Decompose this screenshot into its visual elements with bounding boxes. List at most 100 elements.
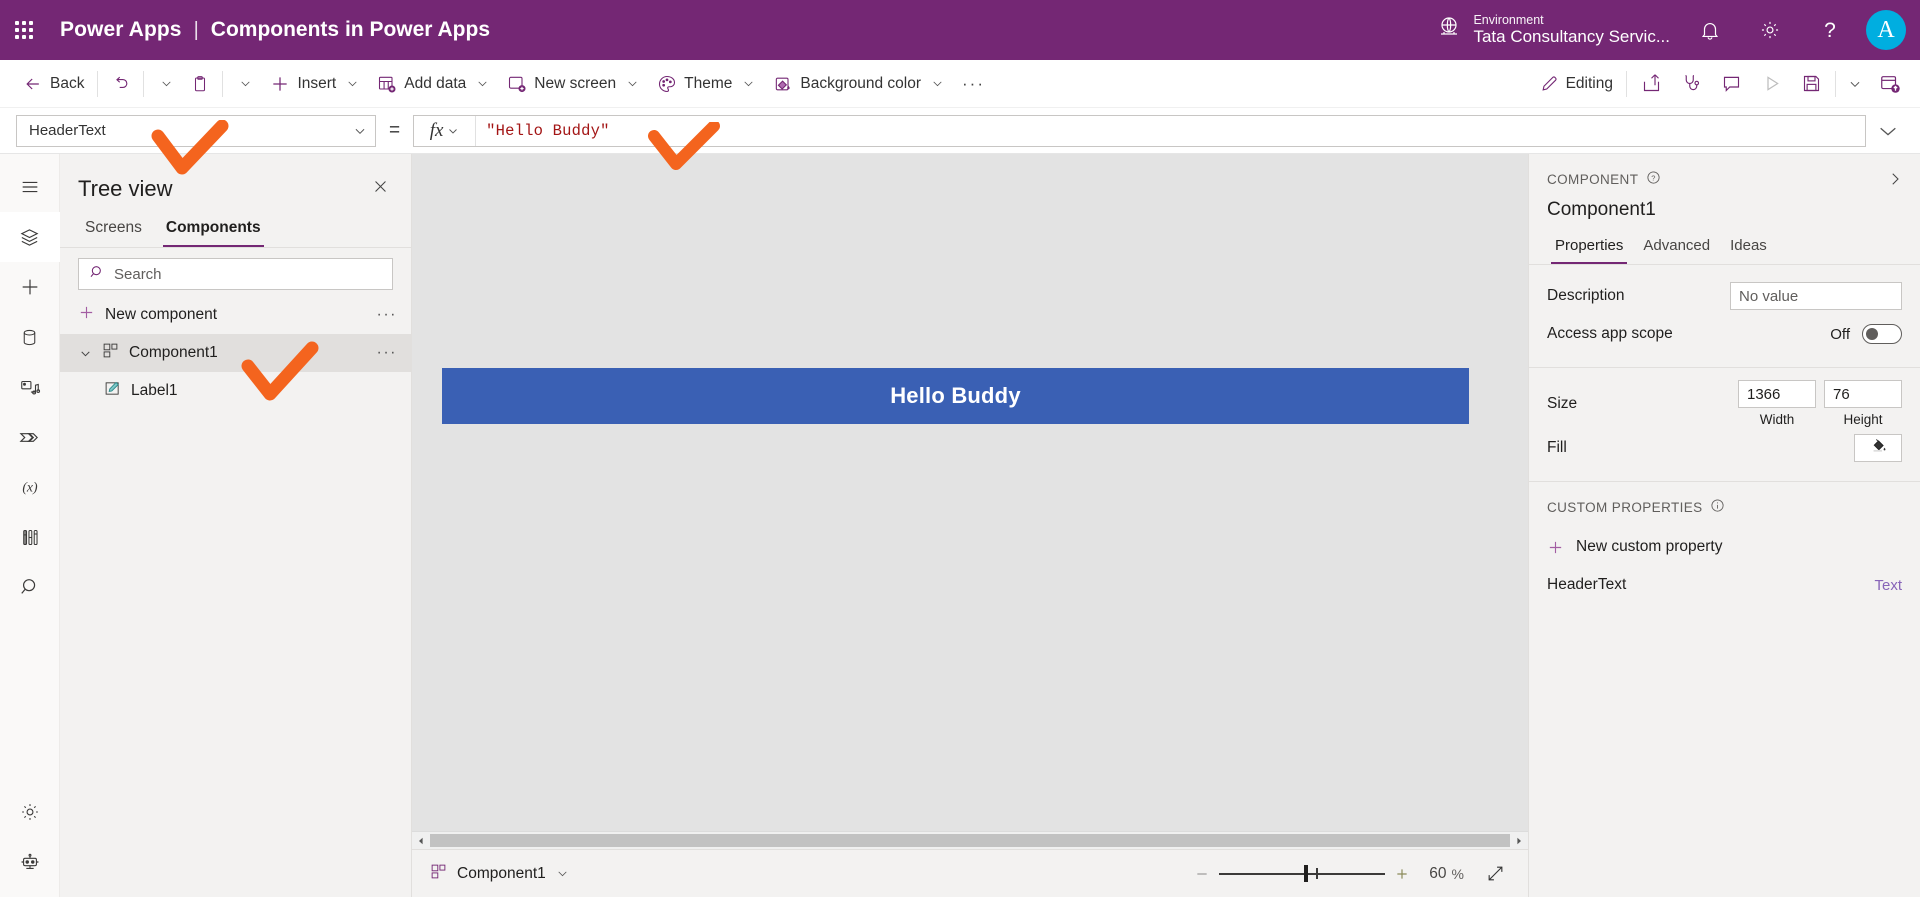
component-icon	[102, 342, 119, 364]
theme-button[interactable]: Theme	[648, 67, 764, 101]
canvas-horizontal-scrollbar[interactable]	[412, 831, 1528, 849]
power-apps-studio: Power Apps | Components in Power Apps En…	[0, 0, 1920, 897]
environment-selector[interactable]: Environment Tata Consultancy Servic...	[1427, 13, 1680, 47]
fill-color-picker[interactable]	[1854, 434, 1902, 462]
height-input[interactable]: 76	[1824, 380, 1902, 408]
chevron-down-icon	[355, 128, 365, 134]
tab-advanced[interactable]: Advanced	[1635, 233, 1718, 264]
tree-node-overflow[interactable]: ···	[377, 344, 397, 362]
environment-globe-icon	[1437, 15, 1461, 44]
formula-input[interactable]: "Hello Buddy"	[476, 116, 1865, 146]
access-app-scope-toggle[interactable]	[1862, 324, 1902, 344]
svg-text:?: ?	[1652, 173, 1656, 182]
properties-section-basic: Description No value Access app scope Of…	[1529, 265, 1920, 368]
experimental-tools-icon[interactable]	[0, 512, 60, 562]
properties-kicker-label: COMPONENT	[1547, 171, 1639, 187]
tab-properties[interactable]: Properties	[1547, 233, 1631, 264]
search-input[interactable]	[114, 265, 382, 283]
tree-node-label1[interactable]: Label1	[60, 372, 411, 410]
gear-icon[interactable]	[1740, 0, 1800, 60]
bell-icon[interactable]	[1680, 0, 1740, 60]
new-screen-button[interactable]: New screen	[498, 67, 648, 101]
database-icon[interactable]	[0, 312, 60, 362]
copilot-robot-icon[interactable]	[0, 837, 60, 887]
editing-mode-button[interactable]: Editing	[1531, 67, 1622, 101]
overflow-menu-button[interactable]: ···	[953, 67, 994, 101]
close-icon[interactable]	[366, 174, 395, 203]
properties-panel-header: COMPONENT ?	[1529, 154, 1920, 193]
save-dropdown-chevron-down-icon[interactable]	[1840, 67, 1870, 101]
scroll-right-arrow-icon[interactable]	[1510, 837, 1528, 845]
plus-icon	[1547, 539, 1564, 556]
fx-button[interactable]: fx	[414, 115, 477, 146]
search-icon[interactable]	[0, 562, 60, 612]
tab-components[interactable]: Components	[157, 213, 270, 247]
tab-ideas[interactable]: Ideas	[1722, 233, 1775, 264]
size-row: Size 1366 Width 76 Height	[1547, 380, 1902, 427]
zoom-slider-thumb[interactable]	[1303, 865, 1308, 882]
add-data-button[interactable]: Add data	[368, 67, 498, 101]
scrollbar-track[interactable]	[430, 833, 1510, 848]
zoom-in-button[interactable]	[1385, 857, 1419, 891]
stethoscope-app-checker-icon[interactable]	[1671, 67, 1711, 101]
tree-view-icon[interactable]	[0, 212, 60, 262]
zoom-value: 60	[1429, 864, 1447, 882]
save-disk-icon[interactable]	[1791, 67, 1831, 101]
formula-input-wrapper: fx "Hello Buddy"	[413, 114, 1866, 147]
label1-text: Hello Buddy	[890, 383, 1021, 408]
property-dropdown[interactable]: HeaderText	[16, 114, 376, 147]
settings-gear-icon[interactable]	[0, 787, 60, 837]
variables-icon[interactable]: (x)	[0, 462, 60, 512]
divider	[1626, 70, 1627, 97]
comment-icon[interactable]	[1711, 67, 1751, 101]
tree-view-search-wrapper	[60, 248, 411, 296]
label1-control[interactable]: Hello Buddy	[442, 368, 1469, 424]
app-launcher-icon[interactable]	[0, 0, 48, 60]
info-circle-icon[interactable]	[1710, 498, 1725, 516]
new-component-overflow[interactable]: ···	[377, 306, 397, 324]
tab-screens[interactable]: Screens	[76, 213, 151, 247]
question-mark-icon[interactable]: ?	[1800, 0, 1860, 60]
insert-icon[interactable]	[0, 262, 60, 312]
zoom-slider-tick	[1315, 868, 1318, 879]
formula-bar-expand-button[interactable]	[1866, 120, 1910, 142]
publish-icon[interactable]	[1870, 67, 1910, 101]
insert-button[interactable]: Insert	[261, 67, 368, 101]
fit-to-screen-icon[interactable]	[1478, 857, 1512, 891]
search-box[interactable]	[78, 258, 393, 290]
back-button[interactable]: Back	[14, 67, 93, 101]
description-input[interactable]: No value	[1730, 282, 1902, 310]
paste-button[interactable]	[182, 67, 218, 101]
media-icon[interactable]	[0, 362, 60, 412]
left-icon-rail: (x)	[0, 154, 60, 897]
hamburger-menu-icon[interactable]	[0, 162, 60, 212]
zoom-slider[interactable]	[1219, 857, 1386, 891]
chevron-right-icon[interactable]	[1886, 170, 1904, 193]
back-label: Back	[50, 74, 85, 92]
share-icon[interactable]	[1631, 67, 1671, 101]
undo-button[interactable]	[102, 67, 139, 101]
canvas-surface[interactable]: Hello Buddy	[412, 154, 1528, 831]
status-component-selector[interactable]: Component1	[430, 863, 569, 885]
undo-dropdown[interactable]	[148, 67, 182, 101]
paint-bucket-icon	[1870, 437, 1887, 459]
paste-dropdown[interactable]	[227, 67, 261, 101]
zoom-out-button[interactable]	[1185, 857, 1219, 891]
custom-property-row-headertext[interactable]: HeaderText Text	[1547, 576, 1902, 594]
app-title: Components in Power Apps	[210, 18, 491, 41]
tree-node-component1[interactable]: Component1 ···	[60, 334, 411, 372]
brand-name[interactable]: Power Apps	[60, 18, 182, 42]
power-automate-icon[interactable]	[0, 412, 60, 462]
scrollbar-thumb[interactable]	[430, 834, 1510, 847]
new-component-button[interactable]: New component ···	[60, 296, 411, 334]
scroll-left-arrow-icon[interactable]	[412, 837, 430, 845]
new-custom-property-button[interactable]: New custom property	[1547, 538, 1902, 556]
description-row: Description No value	[1547, 277, 1902, 315]
help-circle-icon[interactable]: ?	[1646, 170, 1661, 188]
background-color-button[interactable]: Background color	[764, 67, 953, 101]
width-input[interactable]: 1366	[1738, 380, 1816, 408]
avatar[interactable]: A	[1866, 10, 1906, 50]
chevron-down-icon[interactable]	[78, 347, 92, 360]
custom-properties-title: CUSTOM PROPERTIES	[1547, 499, 1703, 515]
play-preview-icon[interactable]	[1751, 67, 1791, 101]
